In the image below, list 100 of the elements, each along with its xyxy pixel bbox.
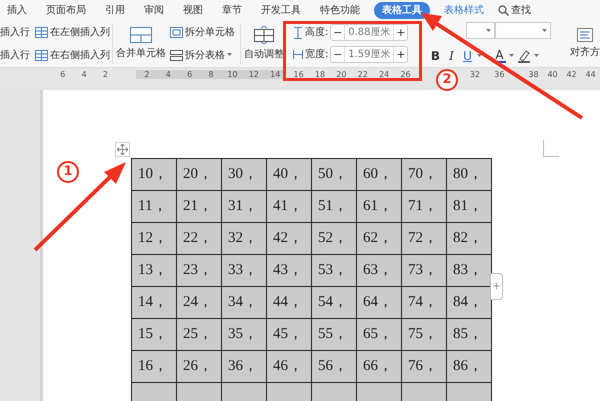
caret-icon <box>542 28 547 32</box>
align-icon[interactable] <box>577 28 593 42</box>
split-table-icon[interactable] <box>170 50 183 60</box>
table-cell: 30， <box>222 158 266 190</box>
height-stepper[interactable]: − 0.88厘米 + <box>330 24 408 41</box>
table-cell: 14， <box>132 286 176 318</box>
menu-tab[interactable]: 特色功能 <box>315 2 365 18</box>
table-cell: 13， <box>132 254 176 286</box>
ruler-number: 10 <box>226 70 239 79</box>
insert-column-icon[interactable] <box>35 26 48 38</box>
insert-row-button[interactable]: 插入行 <box>0 48 30 62</box>
table-cell: 83， <box>446 254 492 286</box>
font-color-button[interactable]: A <box>493 49 506 63</box>
move-handle-icon[interactable] <box>115 142 130 157</box>
table-cell: 70， <box>402 158 446 190</box>
ruler-number: 12 <box>248 70 260 79</box>
table-cell: 86， <box>446 350 492 382</box>
table-cell: 26， <box>176 350 222 382</box>
table-cell: 60， <box>356 158 402 190</box>
width-label: 宽度: <box>305 48 328 62</box>
menu-tab[interactable]: 插入 <box>2 2 32 18</box>
table-cell: 74， <box>402 286 446 318</box>
insert-column-button[interactable]: 在左侧插入列 <box>50 24 110 40</box>
table-cell: 11， <box>132 190 176 222</box>
table-cell: 21， <box>176 190 222 222</box>
plus-button[interactable]: + <box>394 25 408 40</box>
table-cell: 73， <box>402 254 446 286</box>
ruler-number: 20 <box>335 70 348 79</box>
split-table-button[interactable]: 拆分表格 <box>185 48 225 62</box>
insert-row-button[interactable]: 插入行 <box>0 24 30 40</box>
table-cell: 82， <box>446 222 492 254</box>
add-column-button[interactable]: + <box>490 273 503 300</box>
menu-tab[interactable]: 开发工具 <box>256 2 306 18</box>
table-cell: 62， <box>356 222 402 254</box>
row-height-icon <box>293 26 303 38</box>
table-cell: 40， <box>266 158 312 190</box>
align-button[interactable]: 对齐方 <box>570 44 600 60</box>
table-cell: 20， <box>176 158 222 190</box>
ruler-number: 26 <box>399 70 412 79</box>
search-link[interactable]: 查找 <box>511 2 531 18</box>
table-cell: 12， <box>132 222 176 254</box>
table-cell: 42， <box>266 222 312 254</box>
table-cell: 55， <box>312 318 356 350</box>
table-cell: 52， <box>312 222 356 254</box>
table-cell: 85， <box>446 318 492 350</box>
width-stepper[interactable]: − 1.59厘米 + <box>330 46 408 63</box>
ruler-number: 18 <box>314 70 326 79</box>
ruler-number: 38 <box>527 70 540 79</box>
minus-button[interactable]: − <box>331 47 344 62</box>
table-cell: 75， <box>402 318 446 350</box>
split-cell-button[interactable]: 拆分单元格 <box>185 24 235 40</box>
table-cell: 66， <box>356 350 402 382</box>
auto-fit-icon[interactable] <box>253 26 275 44</box>
table-cell: 76， <box>402 350 446 382</box>
split-cell-icon[interactable] <box>170 26 183 38</box>
height-label: 高度: <box>305 26 328 40</box>
height-value[interactable]: 0.88厘米 <box>344 25 394 40</box>
table-cell: 35， <box>222 318 266 350</box>
menu-tab[interactable]: 页面布局 <box>41 2 91 18</box>
caret-icon <box>509 54 514 58</box>
minus-button[interactable]: − <box>331 25 344 40</box>
auto-fit-button[interactable]: 自动调整 <box>244 46 284 62</box>
ruler-number: 22 <box>356 70 369 79</box>
insert-column-icon[interactable] <box>35 50 48 60</box>
highlighter-icon[interactable] <box>517 50 531 62</box>
menu-tab[interactable]: 表格工具 <box>374 2 430 18</box>
table-cell: 56， <box>312 350 356 382</box>
plus-button[interactable]: + <box>394 47 408 62</box>
table-cell: 71， <box>402 190 446 222</box>
table-cell: 16， <box>132 350 176 382</box>
menu-tab[interactable]: 视图 <box>178 2 208 18</box>
caret-icon <box>534 54 539 58</box>
ruler-number: 16 <box>292 70 305 79</box>
ruler-number: 36 <box>493 70 506 79</box>
search-icon[interactable] <box>498 4 509 16</box>
table-cell: 43， <box>266 254 312 286</box>
merge-cells-button[interactable]: 合并单元格 <box>116 46 166 60</box>
bold-button[interactable]: B <box>429 47 442 65</box>
table-cell: 25， <box>176 318 222 350</box>
column-width-icon <box>293 49 303 60</box>
ruler-number: 14 <box>269 70 282 79</box>
ruler-number: 42 <box>565 70 578 79</box>
italic-button[interactable]: I <box>445 47 458 65</box>
table-cell: 61， <box>356 190 402 222</box>
menu-tab[interactable]: 审阅 <box>139 2 169 18</box>
width-value[interactable]: 1.59厘米 <box>344 47 394 62</box>
caret-icon <box>486 28 491 32</box>
caret-icon <box>477 54 482 58</box>
table-cell: 81， <box>446 190 492 222</box>
menu-tab[interactable]: 引用 <box>100 2 130 18</box>
ruler-number: 4 <box>164 70 172 79</box>
ruler-number: 2 <box>102 70 110 79</box>
insert-column-button[interactable]: 在右侧插入列 <box>50 48 110 62</box>
menu-tab[interactable]: 表格样式 <box>439 2 489 18</box>
merge-cells-icon[interactable] <box>130 26 152 42</box>
underline-button[interactable]: U <box>461 47 474 65</box>
table-cell: 80， <box>446 158 492 190</box>
table-cell: 46， <box>266 350 312 382</box>
table-cell: 31， <box>222 190 266 222</box>
menu-tab[interactable]: 章节 <box>217 2 247 18</box>
